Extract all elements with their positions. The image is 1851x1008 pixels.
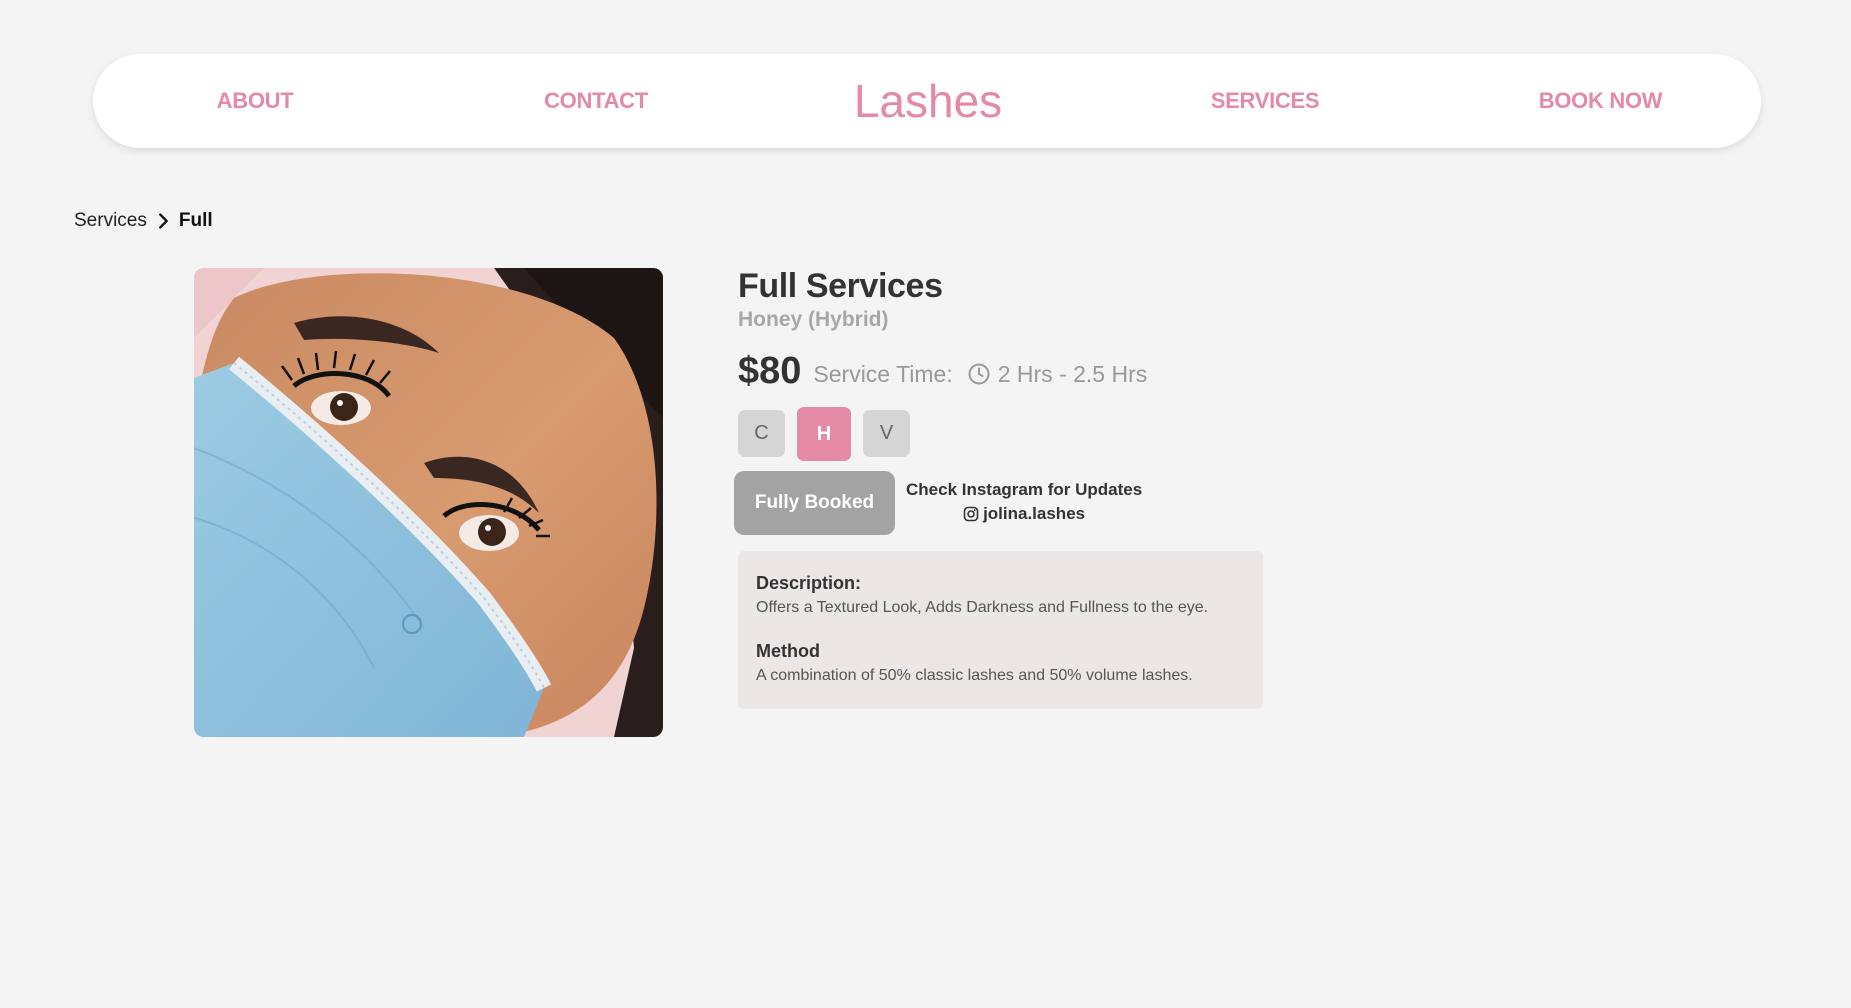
clock-icon	[968, 363, 990, 385]
method-heading: Method	[756, 641, 820, 661]
product-image	[194, 268, 663, 737]
lash-type-volume-option[interactable]: V	[863, 410, 910, 457]
booking-row: Fully Booked Check Instagram for Updates…	[734, 471, 1278, 535]
lash-client-photo	[194, 268, 663, 737]
service-time-value: 2 Hrs - 2.5 Hrs	[997, 360, 1148, 387]
lash-type-classic-option[interactable]: C	[738, 410, 785, 457]
page-title: Full Services	[738, 267, 943, 305]
instagram-note: Check Instagram for Updates	[906, 480, 1143, 499]
service-price: $80	[738, 349, 802, 392]
instagram-handle-link[interactable]: jolina.lashes	[963, 502, 1085, 526]
service-time-label: Service Time:	[813, 360, 953, 387]
description-heading: Description:	[756, 573, 862, 593]
service-details: Full Services Honey (Hybrid) $80 Service…	[734, 265, 1278, 709]
nav-book-now-link[interactable]: BOOK NOW	[1518, 54, 1683, 148]
instagram-info: Check Instagram for Updates jolina.lashe…	[906, 471, 1142, 535]
top-navbar: ABOUT CONTACT Lashes SERVICES BOOK NOW	[93, 54, 1761, 148]
nav-contact-link[interactable]: CONTACT	[516, 54, 676, 148]
breadcrumb-services-link[interactable]: Services	[74, 210, 147, 232]
service-subtitle: Honey (Hybrid)	[738, 308, 889, 331]
breadcrumb-current: Full	[178, 210, 213, 231]
fully-booked-button[interactable]: Fully Booked	[734, 471, 895, 535]
price-row: $80 Service Time: 2 Hrs - 2.5 Hrs	[738, 349, 1278, 393]
site-logo[interactable]: Lashes	[828, 54, 1028, 148]
nav-about-link[interactable]: ABOUT	[180, 54, 330, 148]
instagram-icon	[963, 506, 979, 522]
description-text: Offers a Textured Look, Adds Darkness an…	[756, 599, 1209, 616]
breadcrumb: Services Full	[74, 208, 213, 234]
lash-type-hybrid-option[interactable]: H	[797, 407, 851, 461]
description-box: Description: Offers a Textured Look, Add…	[738, 551, 1263, 709]
method-text: A combination of 50% classic lashes and …	[756, 667, 1193, 684]
instagram-handle-text: jolina.lashes	[983, 504, 1086, 523]
lash-type-selector: C H V	[738, 407, 1278, 461]
nav-services-link[interactable]: SERVICES	[1185, 54, 1345, 148]
chevron-right-icon	[158, 213, 168, 229]
